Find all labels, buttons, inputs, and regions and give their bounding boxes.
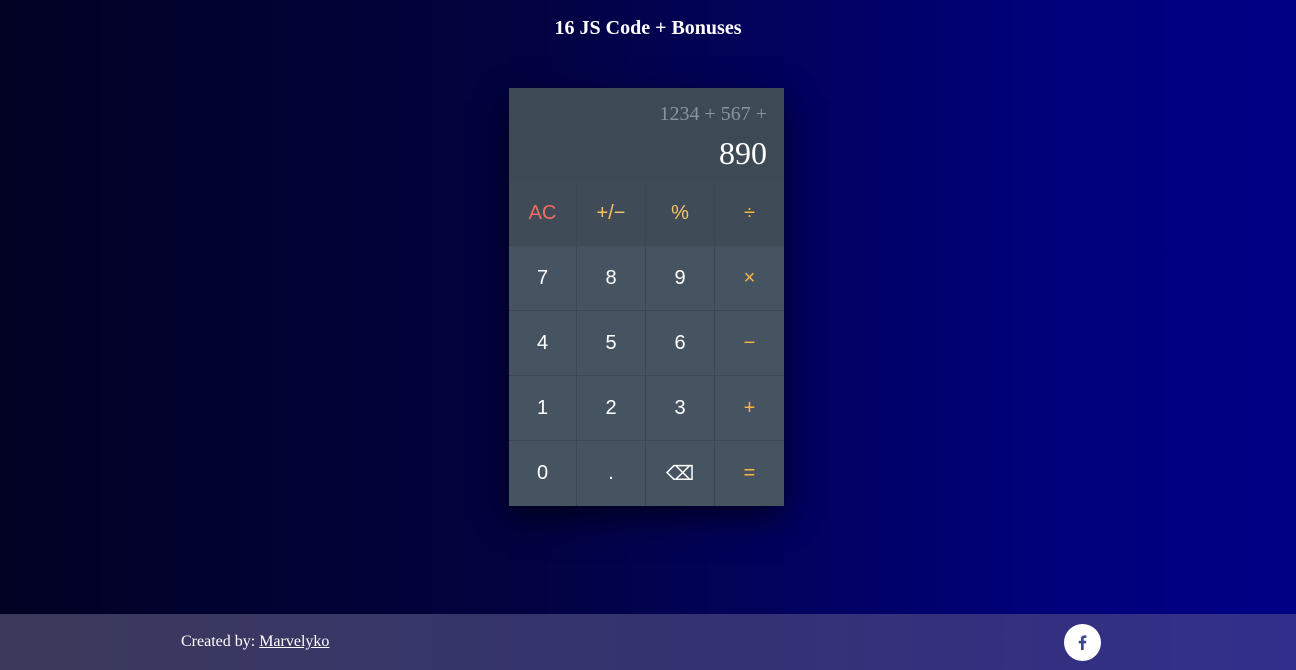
current-operand: 890 [719,135,767,171]
key-divide[interactable]: ÷ [715,181,784,246]
key-7[interactable]: 7 [509,246,577,311]
key-percent[interactable]: % [646,181,715,246]
key-backspace[interactable]: ⌫ [646,441,715,506]
key-6[interactable]: 6 [646,311,715,376]
key-3[interactable]: 3 [646,376,715,441]
keypad: AC +/− % ÷ 7 8 9 × 4 5 6 − 1 2 3 + 0 . ⌫… [509,181,784,506]
key-5[interactable]: 5 [577,311,646,376]
key-0[interactable]: 0 [509,441,577,506]
footer-credit: Created by: Marvelyko [181,632,329,652]
key-4[interactable]: 4 [509,311,577,376]
key-multiply[interactable]: × [715,246,784,311]
key-1[interactable]: 1 [509,376,577,441]
key-equals[interactable]: = [715,441,784,506]
calculator-display: 1234 + 567 + 890 [509,88,784,181]
key-add[interactable]: + [715,376,784,441]
credit-prefix: Created by: [181,633,260,650]
previous-operand: 1234 + 567 + [659,103,767,125]
key-9[interactable]: 9 [646,246,715,311]
footer: Created by: Marvelyko [0,614,1296,670]
facebook-button[interactable] [1064,624,1101,661]
key-subtract[interactable]: − [715,311,784,376]
key-2[interactable]: 2 [577,376,646,441]
key-decimal[interactable]: . [577,441,646,506]
page-title: 16 JS Code + Bonuses [554,17,742,39]
calculator: 1234 + 567 + 890 AC +/− % ÷ 7 8 9 × 4 5 … [509,88,784,506]
author-link[interactable]: Marvelyko [259,633,329,650]
key-all-clear[interactable]: AC [509,181,577,246]
key-toggle-sign[interactable]: +/− [577,181,646,246]
facebook-icon [1078,635,1087,650]
key-8[interactable]: 8 [577,246,646,311]
